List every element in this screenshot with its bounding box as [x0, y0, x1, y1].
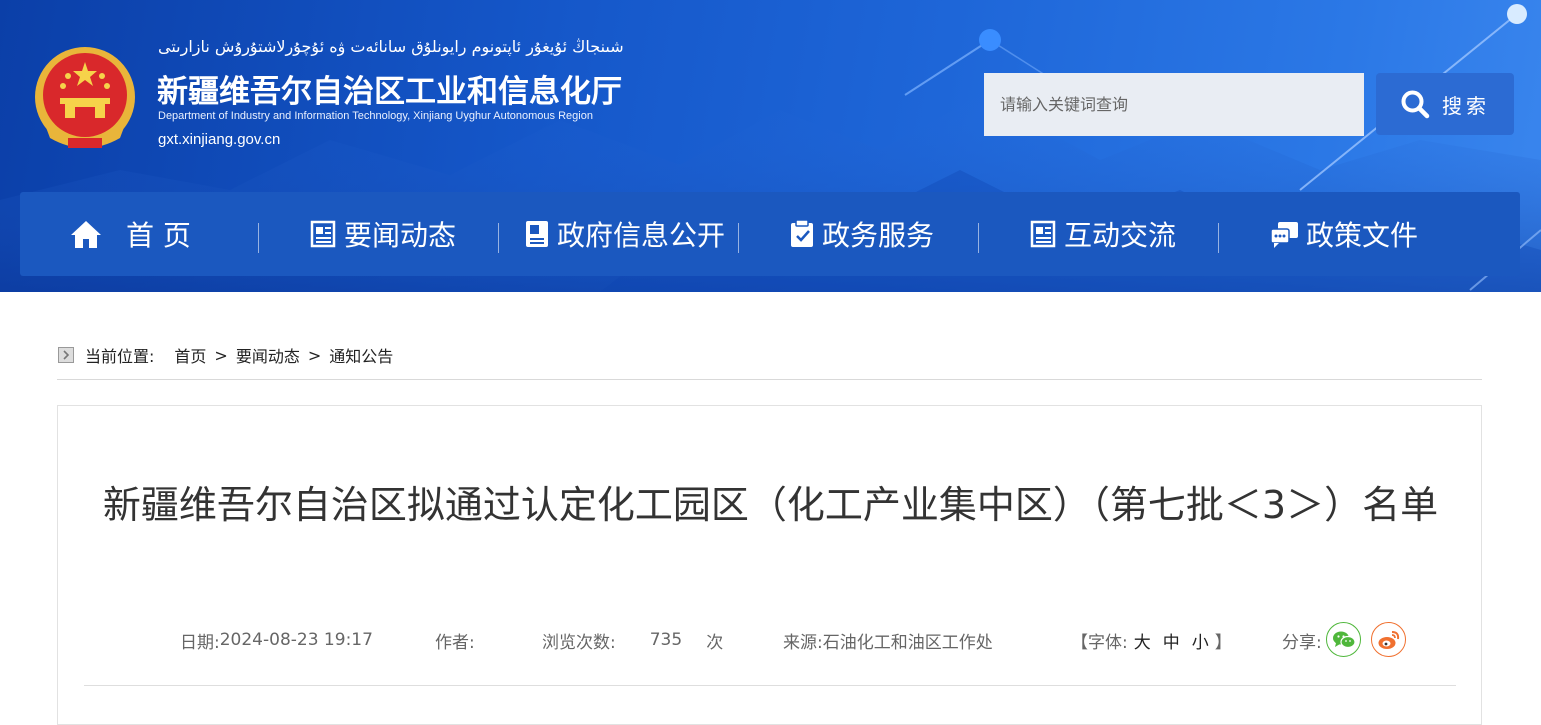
author-label: 作者:	[435, 632, 475, 653]
nav-divider	[258, 223, 259, 253]
weibo-icon	[1378, 630, 1399, 649]
views-label: 浏览次数:	[542, 632, 616, 653]
site-title[interactable]: 新疆维吾尔自治区工业和信息化厅	[157, 66, 622, 111]
header-banner: شىنجاڭ ئۇيغۇر ئاپتونوم رايونلۇق سانائەت …	[0, 0, 1541, 292]
nav-item-interaction[interactable]: 互动交流	[1030, 192, 1176, 276]
chevron-right-icon	[58, 347, 74, 363]
national-emblem-icon	[35, 47, 135, 148]
meta-divider	[84, 685, 1456, 686]
breadcrumb-separator: >	[214, 345, 228, 365]
nav-divider	[738, 223, 739, 253]
article-author: 作者:	[435, 625, 475, 655]
font-size-label: 【字体:	[1071, 632, 1128, 653]
breadcrumb-home[interactable]: 首页	[174, 343, 206, 367]
search-input[interactable]	[984, 73, 1364, 136]
font-small-button[interactable]: 小	[1192, 628, 1209, 653]
policy-icon	[1270, 222, 1298, 248]
share-label: 分享:	[1282, 632, 1322, 653]
home-icon	[71, 221, 101, 248]
date-value: 2024-08-23 19:17	[219, 630, 373, 650]
nav-item-label: 政府信息公开	[557, 219, 726, 252]
nav-item-gov-info[interactable]: 政府信息公开	[525, 192, 725, 276]
article-source: 来源: 石油化工和油区工作处	[783, 625, 993, 655]
document-icon	[526, 221, 548, 247]
source-value: 石油化工和油区工作处	[822, 632, 993, 653]
article-date: 日期: 2024-08-23 19:17	[180, 625, 373, 655]
service-icon	[791, 220, 813, 247]
breadcrumb-news[interactable]: 要闻动态	[236, 343, 300, 367]
nav-item-news[interactable]: 要闻动态	[310, 192, 456, 276]
font-medium-button[interactable]: 中	[1163, 628, 1180, 653]
font-large-button[interactable]: 大	[1134, 628, 1151, 653]
breadcrumb-divider	[57, 379, 1482, 380]
font-size-label-close: 】	[1214, 632, 1232, 653]
breadcrumb-separator: >	[307, 345, 322, 365]
nav-item-label: 首 页	[126, 219, 191, 252]
breadcrumb-notices[interactable]: 通知公告	[329, 343, 393, 367]
nav-item-gov-service[interactable]: 政务服务	[790, 192, 934, 276]
wechat-icon	[1332, 631, 1356, 648]
nav-item-label: 互动交流	[1064, 219, 1177, 252]
news-icon	[310, 220, 336, 248]
breadcrumb: 当前位置: 首页 > 要闻动态 > 通知公告	[58, 343, 393, 367]
weibo-share-button[interactable]	[1371, 622, 1406, 657]
nav-item-home[interactable]: 首 页	[70, 192, 191, 276]
breadcrumb-label: 当前位置:	[85, 347, 155, 366]
main-nav: 首 页 要闻动态 政府信息公开 政务服务 互动交流 政策文件	[20, 192, 1520, 276]
search-button[interactable]: 搜索	[1376, 73, 1514, 135]
interaction-icon	[1030, 220, 1056, 248]
nav-item-label: 政务服务	[822, 219, 935, 252]
font-size-control: 【字体: 大 中 小 】	[1071, 625, 1232, 655]
site-title-uyghur: شىنجاڭ ئۇيغۇر ئاپتونوم رايونلۇق سانائەت …	[158, 37, 624, 56]
site-url[interactable]: gxt.xinjiang.gov.cn	[158, 131, 280, 148]
nav-item-label: 要闻动态	[344, 219, 457, 252]
nav-divider	[498, 223, 499, 253]
date-label: 日期:	[180, 632, 220, 653]
site-title-english: Department of Industry and Information T…	[158, 110, 593, 122]
article-views: 浏览次数: 735 次	[542, 625, 723, 655]
search-button-label: 搜索	[1442, 93, 1490, 118]
nav-item-policy[interactable]: 政策文件	[1270, 192, 1418, 276]
wechat-share-button[interactable]	[1326, 622, 1361, 657]
nav-divider	[978, 223, 979, 253]
nav-item-label: 政策文件	[1306, 219, 1419, 252]
source-label: 来源:	[783, 632, 823, 653]
views-value: 735	[649, 630, 683, 650]
nav-divider	[1218, 223, 1219, 253]
views-unit: 次	[706, 632, 724, 653]
search-icon	[1401, 90, 1430, 119]
article-container: 新疆维吾尔自治区拟通过认定化工园区（化工产业集中区）（第七批＜3＞）名单 日期:…	[57, 405, 1482, 725]
article-title: 新疆维吾尔自治区拟通过认定化工园区（化工产业集中区）（第七批＜3＞）名单	[102, 483, 1439, 527]
